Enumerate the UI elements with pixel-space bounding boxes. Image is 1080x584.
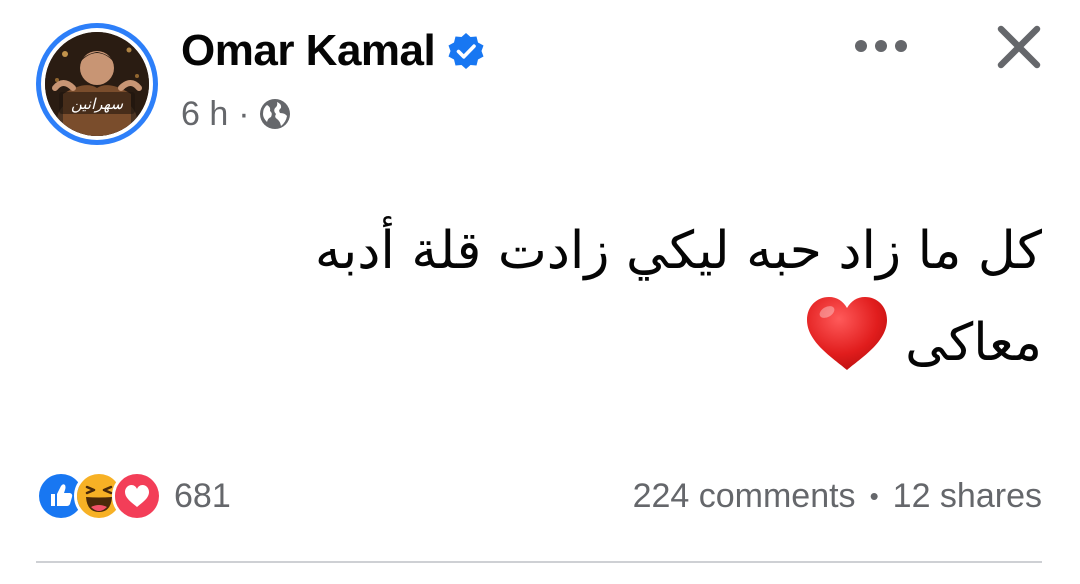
post-text-line-1: كل ما زاد حبه ليكي زادت قلة أدبه: [314, 221, 1042, 281]
post-text-line-2: معاكى: [162, 294, 1042, 386]
post-timestamp[interactable]: 6 h: [181, 95, 228, 134]
post-text: كل ما زاد حبه ليكي زادت قلة أدبه معاكى: [162, 208, 1042, 386]
red-heart-emoji-icon: [803, 294, 891, 374]
more-options-button[interactable]: [850, 30, 912, 62]
stats-separator: •: [869, 480, 879, 511]
love-reaction-icon: [112, 471, 162, 521]
avatar-image: سهرانين: [45, 32, 149, 136]
close-button[interactable]: [994, 22, 1044, 72]
avatar-caption: سهرانين: [71, 95, 123, 113]
reaction-count[interactable]: 681: [174, 477, 231, 516]
close-icon: [997, 25, 1041, 69]
more-horizontal-icon: [855, 40, 907, 52]
divider: [36, 561, 1042, 563]
shares-count-link[interactable]: 12 shares: [893, 477, 1042, 516]
avatar-ring-gap: سهرانين: [41, 28, 153, 140]
author-row: Omar Kamal: [181, 24, 485, 78]
meta-separator: ·: [238, 94, 250, 133]
engagement-stats: 224 comments • 12 shares: [633, 474, 1042, 518]
post-text-line-2-words: معاكى: [905, 313, 1042, 373]
reactions-summary[interactable]: 681: [36, 471, 231, 521]
post-meta: 6 h ·: [181, 92, 292, 136]
verified-badge-icon: [447, 32, 485, 70]
globe-icon[interactable]: [258, 97, 292, 131]
avatar-story-ring[interactable]: سهرانين: [36, 23, 158, 145]
author-name[interactable]: Omar Kamal: [181, 26, 436, 76]
comments-count-link[interactable]: 224 comments: [633, 477, 856, 516]
avatar[interactable]: سهرانين: [45, 32, 149, 136]
